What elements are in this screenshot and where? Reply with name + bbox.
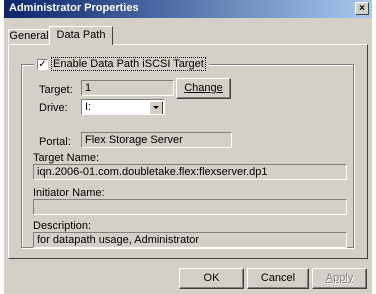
drive-label: Drive: [39,102,68,114]
checkmark-icon: ✓ [38,58,47,70]
drive-select[interactable]: I: [81,99,165,115]
initiator-name-label: Initiator Name: [33,187,105,199]
target-field: 1 [81,80,174,96]
ok-button[interactable]: OK [179,268,244,289]
change-button[interactable]: Change [176,78,231,99]
drive-select-value: I: [85,101,92,113]
apply-button[interactable]: Apply [312,268,367,289]
enable-datapath-checkbox[interactable]: ✓ [37,58,48,70]
change-button-label: Change [184,82,223,94]
apply-button-label: Apply [325,272,354,284]
close-icon: × [359,3,365,14]
tab-data-path[interactable]: Data Path [49,26,113,45]
description-field: for datapath usage, Administrator [33,232,347,248]
target-name-label: Target Name: [33,152,99,164]
initiator-name-field [33,199,347,215]
target-name-label-text: Target Name: [33,152,100,164]
target-name-field: iqn.2006-01.com.doubletake.flex:flexserv… [33,164,347,180]
portal-label: Portal: [39,136,71,148]
cancel-button[interactable]: Cancel [247,268,309,289]
properties-dialog: Administrator Properties × General Data … [4,0,372,294]
portal-field: Flex Storage Server [81,132,232,148]
window-title: Administrator Properties [9,2,139,14]
enable-datapath-checkbox-row[interactable]: ✓ Enable Data Path iSCSI Target [34,57,209,71]
tab-general[interactable]: General [8,29,50,44]
title-bar: Administrator Properties × [4,0,372,18]
description-label: Description: [33,220,92,232]
target-label: Target: [39,84,73,96]
close-button[interactable]: × [355,2,369,15]
enable-datapath-label[interactable]: Enable Data Path iSCSI Target [51,57,206,71]
chevron-down-icon[interactable] [149,101,163,114]
